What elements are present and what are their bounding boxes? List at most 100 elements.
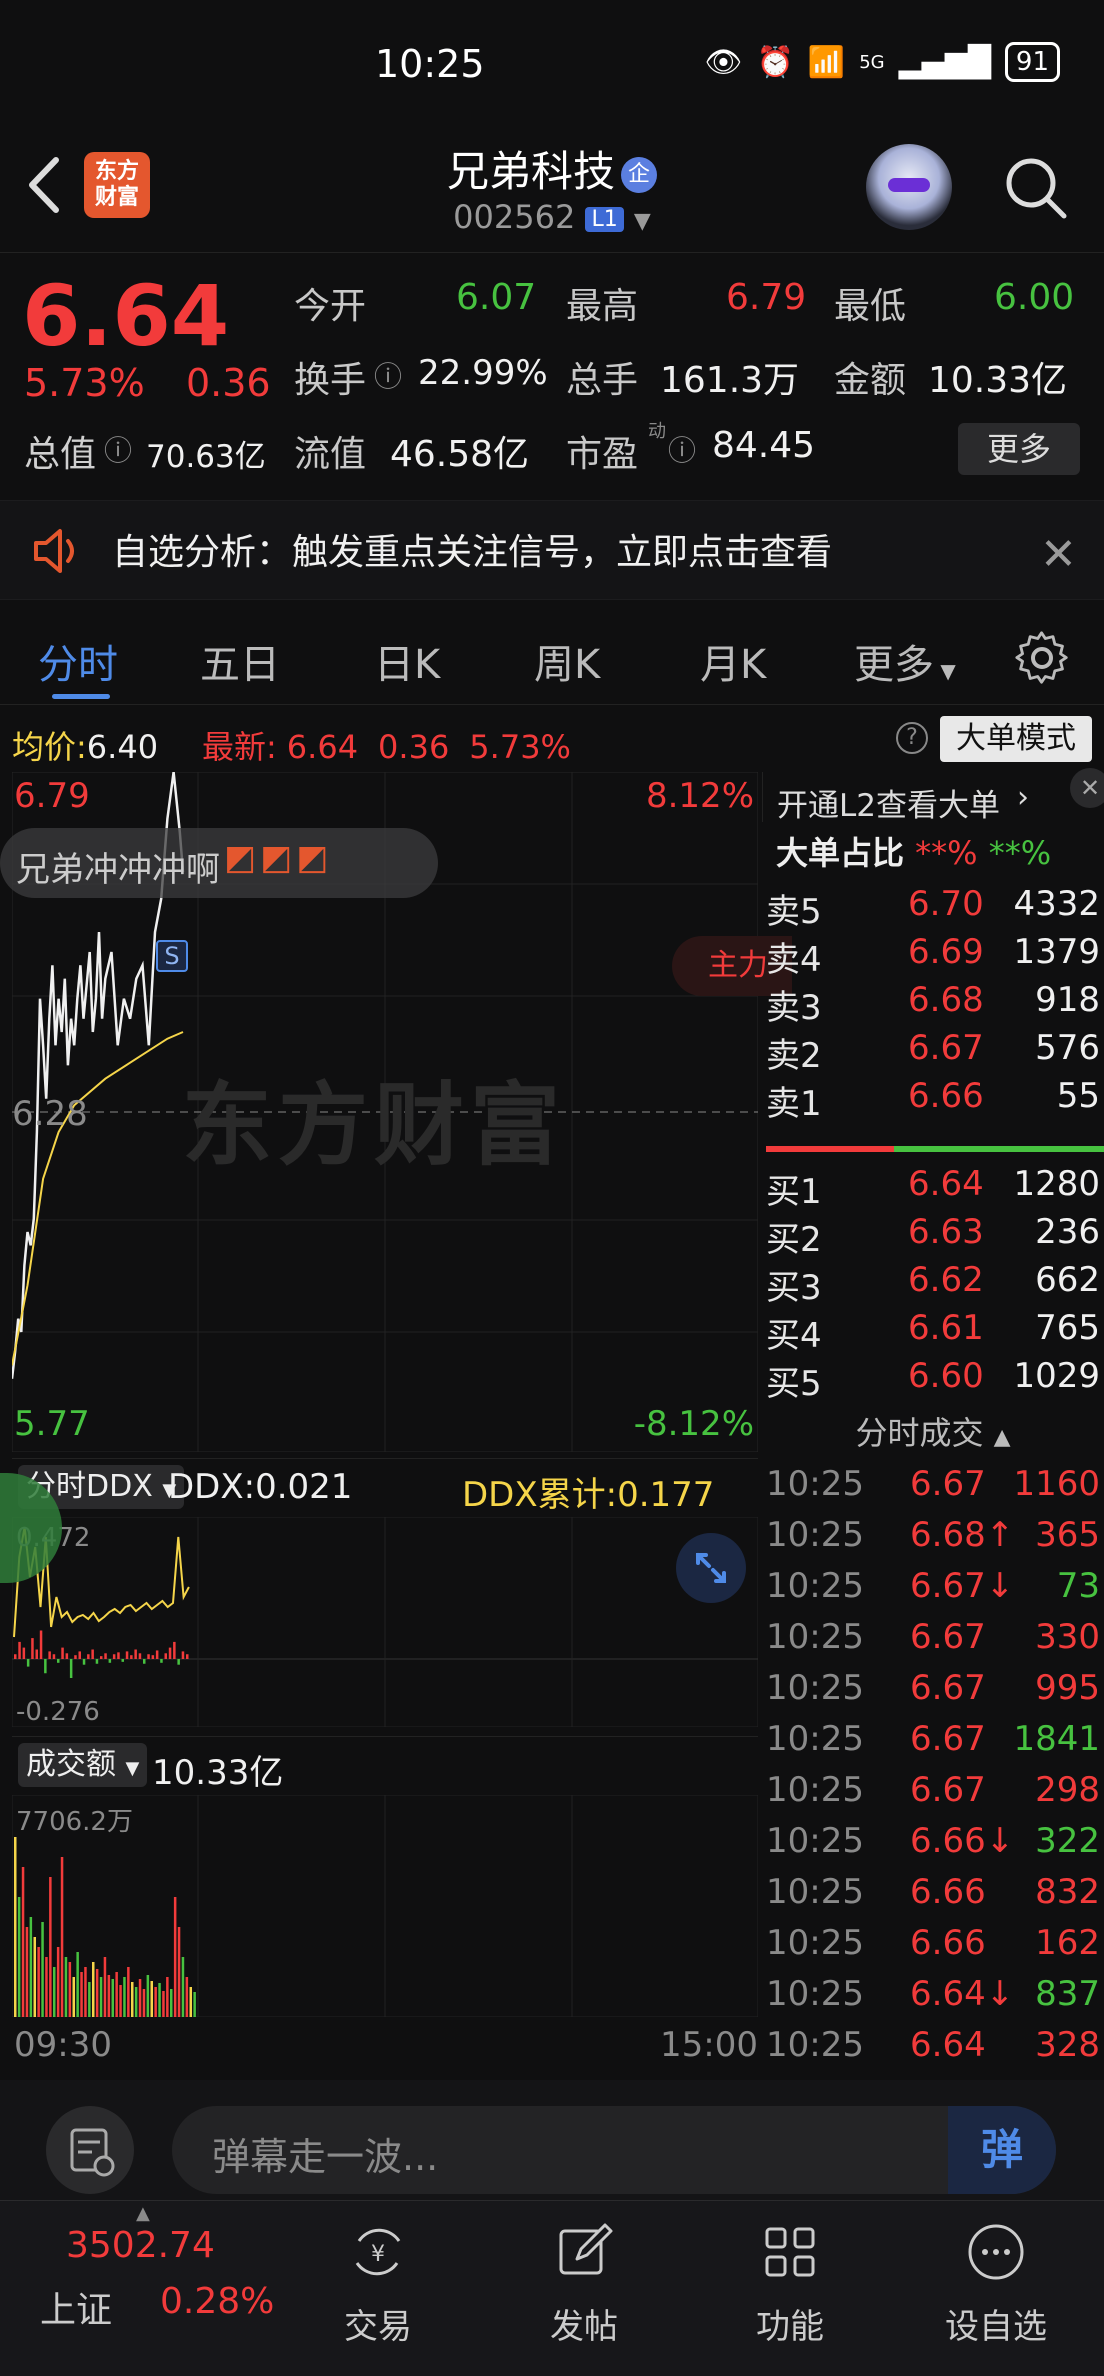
volume-bar bbox=[25, 1927, 29, 2017]
ddx-bar bbox=[160, 1659, 163, 1663]
analysis-banner[interactable]: 自选分析：触发重点关注信号，立即点击查看 ✕ bbox=[0, 500, 1104, 600]
bid-label: 买2 bbox=[766, 1220, 822, 1260]
chart-bottom-pct: -8.12% bbox=[633, 1404, 754, 1444]
volume-bar bbox=[14, 1837, 17, 2017]
ask-price: 6.70 bbox=[908, 884, 984, 924]
search-button[interactable] bbox=[1000, 152, 1070, 222]
avg-label: 均价: bbox=[12, 728, 87, 766]
sell-marker[interactable]: S bbox=[156, 940, 188, 972]
low-label: 最低 bbox=[834, 286, 907, 327]
tab-five-day[interactable]: 五日 bbox=[200, 632, 280, 690]
nav-functions[interactable]: 功能 bbox=[690, 2221, 890, 2348]
ddx-chart-svg bbox=[12, 1517, 758, 1727]
book-row: 卖4 6.69 1379 bbox=[762, 932, 1104, 980]
tab-daily-k[interactable]: 日K bbox=[374, 632, 440, 690]
trade-volume: 995 bbox=[1035, 1668, 1100, 1708]
latest-pct: 5.73% bbox=[469, 728, 571, 766]
book-row: 买4 6.61 765 bbox=[762, 1308, 1104, 1356]
avg-value: 6.40 bbox=[86, 728, 159, 766]
nav-post[interactable]: 发帖 bbox=[484, 2221, 684, 2348]
ddx-bar bbox=[61, 1647, 64, 1659]
help-icon[interactable]: ? bbox=[896, 722, 928, 754]
volume-bar bbox=[111, 1979, 114, 2017]
volume-bar bbox=[88, 1982, 91, 2017]
big-order-mode-button[interactable]: 大单模式 bbox=[940, 716, 1092, 762]
volume-panel: 成交额 ▼ 10.33亿 7706.2万 09:30 15:00 bbox=[12, 1736, 758, 2076]
comment-list-button[interactable] bbox=[46, 2106, 134, 2194]
volume-bar bbox=[60, 1857, 64, 2017]
bullet-send-button[interactable]: 弹 bbox=[948, 2106, 1056, 2194]
expand-icon bbox=[696, 1553, 726, 1583]
trade-row: 10:25 6.64 328 bbox=[762, 2025, 1104, 2076]
eye-icon: 👁 bbox=[704, 44, 743, 80]
expand-button[interactable] bbox=[676, 1533, 746, 1603]
high-label: 最高 bbox=[566, 286, 639, 327]
bid-label: 买4 bbox=[766, 1316, 822, 1356]
book-row: 买3 6.62 662 bbox=[762, 1260, 1104, 1308]
volume-bar bbox=[134, 1987, 138, 2017]
trades-title[interactable]: 分时成交 ▲ bbox=[762, 1408, 1104, 1454]
trade-row: 10:25 6.66↓ 322 bbox=[762, 1821, 1104, 1872]
info-icon[interactable]: ⓘ bbox=[374, 355, 402, 395]
chevron-right-icon: › bbox=[1017, 780, 1029, 815]
trade-volume: 298 bbox=[1035, 1770, 1100, 1810]
tab-intraday[interactable]: 分时 bbox=[38, 632, 118, 690]
gear-icon[interactable] bbox=[1014, 630, 1070, 686]
index-name: 上证 bbox=[40, 2290, 113, 2331]
ddx-bar bbox=[35, 1649, 38, 1659]
book-row: 卖1 6.66 55 bbox=[762, 1076, 1104, 1124]
trade-price: 6.67 bbox=[910, 1719, 986, 1759]
big-order-ratio: 大单占比 **% **% bbox=[776, 834, 1052, 872]
mktcap-label: 总值 bbox=[24, 434, 97, 475]
volume-bar bbox=[162, 1991, 165, 2017]
index-ticker[interactable]: ▲ 3502.74 上证 0.28% bbox=[30, 2201, 280, 2376]
book-row: 买2 6.63 236 bbox=[762, 1212, 1104, 1260]
book-row: 卖2 6.67 576 bbox=[762, 1028, 1104, 1076]
tab-monthly-k[interactable]: 月K bbox=[700, 632, 766, 690]
trade-volume: 1841 bbox=[1013, 1719, 1100, 1759]
more-button[interactable]: 更多 bbox=[958, 423, 1080, 475]
caret-down-icon: ▼ bbox=[934, 659, 956, 683]
book-row: 卖3 6.68 918 bbox=[762, 980, 1104, 1028]
search-icon bbox=[1006, 158, 1067, 219]
nav-trade[interactable]: ¥ 交易 bbox=[278, 2221, 478, 2348]
volume-bar bbox=[138, 1979, 142, 2017]
volume-bar bbox=[72, 1977, 75, 2017]
nav-add-watchlist[interactable]: 设自选 bbox=[896, 2221, 1096, 2348]
l2-prompt[interactable]: 开通L2查看大单 › bbox=[762, 772, 1104, 824]
intraday-chart[interactable]: 东方财富 6.79 8.12% 6.28 5.77 -8.12% 兄弟冲冲冲啊 … bbox=[0, 772, 792, 1452]
ask-label: 卖2 bbox=[766, 1036, 822, 1076]
info-icon[interactable]: ⓘ bbox=[104, 429, 132, 469]
trade-time: 10:25 bbox=[766, 2025, 864, 2065]
time-end: 15:00 bbox=[660, 2025, 758, 2065]
robot-assistant-icon[interactable] bbox=[866, 144, 952, 230]
trade-time: 10:25 bbox=[766, 1923, 864, 1963]
ddx-bar bbox=[121, 1659, 124, 1662]
tab-weekly-k[interactable]: 周K bbox=[534, 632, 600, 690]
trade-price: 6.67 bbox=[910, 1617, 986, 1657]
bullet-input[interactable]: 弹幕走一波... 弹 bbox=[172, 2106, 1056, 2194]
quote-panel: 6.64 5.73% 0.36 今开 6.07 最高 6.79 最低 6.00 … bbox=[0, 252, 1104, 497]
caret-up-icon: ▲ bbox=[136, 2203, 150, 2224]
bullet-comment[interactable]: 兄弟冲冲冲啊 ◩◩◩ bbox=[0, 828, 438, 898]
watermark: 东方财富 bbox=[182, 1073, 566, 1178]
tab-more[interactable]: 更多 ▼ bbox=[854, 632, 956, 690]
bid-volume: 1280 bbox=[1013, 1164, 1100, 1204]
ddx-bottom: -0.276 bbox=[16, 1697, 100, 1727]
close-icon[interactable]: ✕ bbox=[1070, 768, 1104, 808]
pe-sup: 动 bbox=[648, 421, 666, 442]
close-icon[interactable]: ✕ bbox=[1040, 529, 1077, 580]
trade-volume: 837 bbox=[1035, 1974, 1100, 2014]
ddx-bar bbox=[130, 1655, 133, 1659]
ddx-bar bbox=[52, 1654, 56, 1659]
trade-volume: 322 bbox=[1035, 1821, 1100, 1861]
info-icon[interactable]: ⓘ bbox=[668, 429, 696, 469]
trade-time: 10:25 bbox=[766, 1566, 864, 1606]
ddx-bar bbox=[69, 1659, 73, 1678]
trade-row: 10:25 6.67 995 bbox=[762, 1668, 1104, 1719]
ask-volume: 4332 bbox=[1013, 884, 1100, 924]
volume-selector[interactable]: 成交额 ▼ bbox=[18, 1743, 148, 1787]
volume-value: 161.3万 bbox=[660, 360, 800, 401]
banner-text: 自选分析：触发重点关注信号，立即点击查看 bbox=[112, 532, 833, 573]
trade-price: 6.68↑ bbox=[910, 1515, 1015, 1555]
